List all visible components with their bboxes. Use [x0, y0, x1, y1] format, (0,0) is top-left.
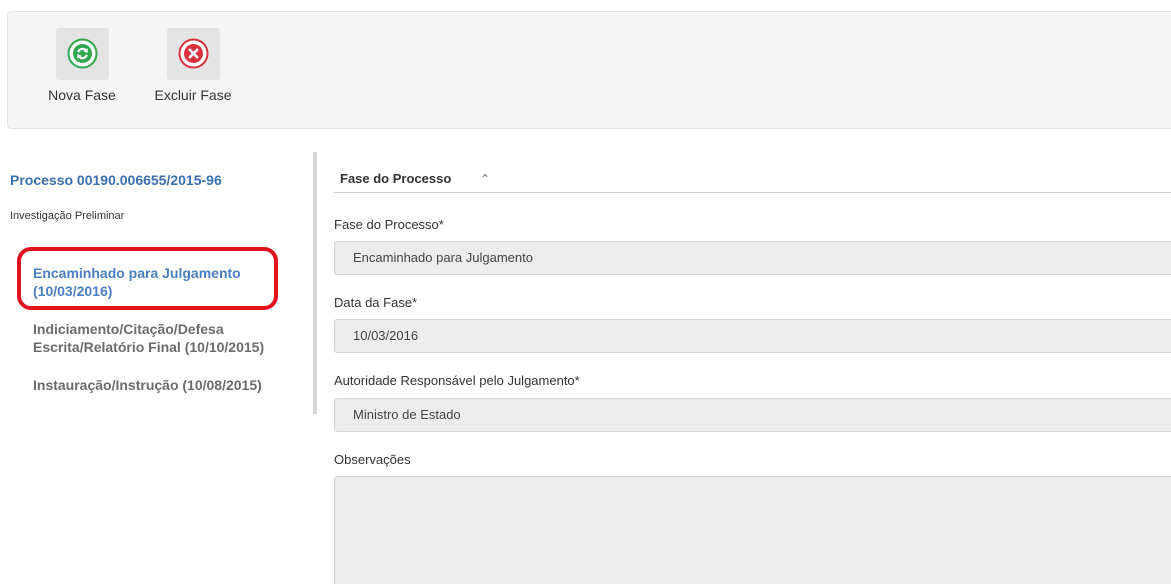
nova-fase-label: Nova Fase — [48, 87, 116, 103]
observacoes-textarea[interactable] — [334, 476, 1171, 584]
phase-name: Encaminhado para Julgamento — [33, 265, 241, 281]
toolbar: Nova Fase Excluir Fase — [7, 11, 1171, 129]
process-link[interactable]: Processo 00190.006655/2015-96 — [10, 172, 222, 188]
excluir-fase-button[interactable]: Excluir Fase — [154, 28, 232, 103]
phase-item-indiciamento[interactable]: Indiciamento/Citação/Defesa Escrita/Rela… — [33, 320, 303, 356]
phase-date: (10/03/2016) — [33, 283, 113, 299]
autoridade-field[interactable]: Ministro de Estado — [334, 398, 1171, 432]
refresh-icon — [67, 38, 97, 69]
autoridade-label: Autoridade Responsável pelo Julgamento* — [334, 373, 580, 388]
fase-field[interactable]: Encaminhado para Julgamento — [334, 241, 1171, 275]
observacoes-label: Observações — [334, 452, 411, 467]
nova-fase-icon-box — [55, 28, 109, 80]
phase-item-instauracao[interactable]: Instauração/Instrução (10/08/2015) — [33, 376, 303, 394]
phase-item-encaminhado[interactable]: Encaminhado para Julgamento (10/03/2016) — [33, 264, 303, 300]
section-header: Fase do Processo ⌃ — [334, 150, 1171, 193]
nova-fase-button[interactable]: Nova Fase — [43, 28, 121, 103]
phase-list: Encaminhado para Julgamento (10/03/2016)… — [33, 264, 303, 414]
data-fase-label: Data da Fase* — [334, 295, 418, 310]
data-fase-field[interactable]: 10/03/2016 — [334, 319, 1171, 353]
excluir-fase-icon-box — [166, 28, 220, 80]
process-type: Investigação Preliminar — [10, 210, 125, 222]
close-icon — [178, 38, 208, 69]
section-title: Fase do Processo — [340, 171, 452, 186]
phase-date: (10/10/2015) — [184, 339, 265, 355]
phase-name: Instauração/Instrução — [33, 377, 179, 393]
collapse-up-icon[interactable]: ⌃ — [480, 172, 490, 186]
excluir-fase-label: Excluir Fase — [154, 87, 232, 103]
vertical-separator — [313, 152, 317, 414]
fase-label: Fase do Processo* — [334, 217, 444, 232]
phase-date: (10/08/2015) — [182, 377, 262, 393]
